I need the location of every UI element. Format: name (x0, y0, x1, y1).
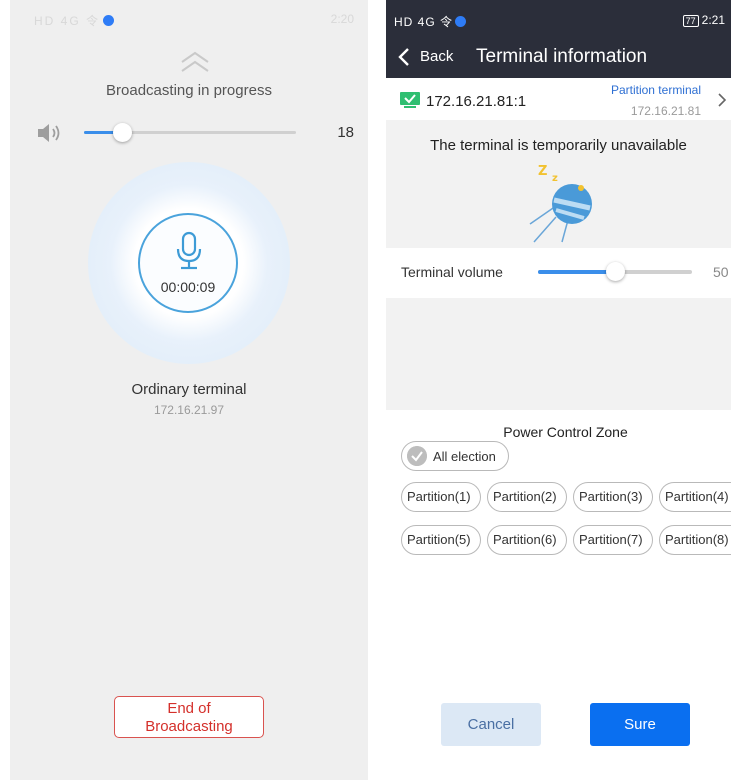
sleeping-satellite-icon: Z z (529, 164, 592, 243)
terminal-volume-slider[interactable] (538, 262, 692, 281)
microphone-icon (176, 231, 202, 270)
power-control-zone-title: Power Control Zone (503, 424, 628, 440)
app-dot-icon (103, 15, 115, 26)
terminal-online-icon (400, 92, 420, 108)
unavailable-message: The terminal is temporarily unavailable (430, 137, 687, 154)
end-broadcasting-button[interactable]: End of Broadcasting (114, 696, 264, 738)
volume-control: 18 (36, 118, 354, 148)
volume-slider[interactable] (84, 123, 296, 142)
status-bar: HD 4G 令 77 2:21 (386, 0, 731, 36)
volume-value: 18 (337, 124, 354, 141)
broadcast-timer: 00:00:09 (160, 279, 216, 295)
microphone-button[interactable]: 00:00:09 (138, 213, 238, 313)
check-icon (407, 446, 427, 466)
partition-chip-4[interactable]: Partition(4) (659, 482, 731, 512)
terminal-ip: 172.16.21.97 (153, 403, 225, 417)
all-election-label: All election (433, 449, 496, 464)
partition-chip-6[interactable]: Partition(6) (487, 525, 567, 555)
broadcast-screen: HD 4G 令 2:20 Broadcasting in progress 18… (10, 0, 368, 780)
app-dot-icon (455, 16, 467, 27)
svg-text:Z: Z (538, 164, 547, 179)
partition-chip-2[interactable]: Partition(2) (487, 482, 567, 512)
svg-text:z: z (552, 173, 558, 184)
terminal-type: Partition terminal (610, 83, 701, 97)
empty-panel (386, 298, 731, 410)
battery-icon: 77 (682, 15, 699, 27)
status-time: 2:21 (701, 13, 725, 27)
page-title: Broadcasting in progress (106, 82, 272, 99)
app-header: HD 4G 令 77 2:21 Back Terminal information (386, 0, 731, 78)
terminal-volume-label: Terminal volume (401, 264, 503, 280)
terminal-info-screen: HD 4G 令 77 2:21 Back Terminal information… (386, 0, 731, 780)
terminal-ip: 172.16.21.81:1 (426, 93, 527, 110)
unavailable-panel: The terminal is temporarily unavailable … (386, 120, 731, 248)
status-right: 77 2:21 (682, 13, 725, 27)
signal-indicator: HD 4G 令 (394, 13, 467, 30)
partition-chip-7[interactable]: Partition(7) (573, 525, 653, 555)
partition-chip-8[interactable]: Partition(8) (659, 525, 731, 555)
terminal-row[interactable]: 172.16.21.81:1 Partition terminal 172.16… (386, 80, 731, 120)
status-bar: HD 4G 令 2:20 (10, 0, 368, 36)
page-title: Terminal information (476, 46, 648, 67)
terminal-volume-value: 50 (713, 264, 729, 280)
volume-slider-thumb[interactable] (113, 123, 133, 142)
end-button-line-2: Broadcasting (145, 718, 233, 735)
partition-chip-1[interactable]: Partition(1) (401, 482, 481, 512)
chevron-up-icon[interactable] (178, 50, 212, 74)
partition-chip-3[interactable]: Partition(3) (573, 482, 653, 512)
chevron-right-icon (718, 93, 727, 107)
partition-chip-5[interactable]: Partition(5) (401, 525, 481, 555)
terminal-volume-thumb[interactable] (606, 262, 625, 281)
signal-indicator: HD 4G 令 (34, 12, 115, 29)
terminal-volume-fill (538, 270, 615, 274)
speaker-icon (38, 124, 60, 142)
sure-button[interactable]: Sure (590, 703, 690, 746)
terminal-name: Ordinary terminal (131, 381, 247, 398)
terminal-ip-sub: 172.16.21.81 (630, 104, 701, 118)
end-button-line-1: End of (167, 700, 211, 717)
status-time: 2:20 (330, 12, 354, 26)
chevron-left-icon (398, 48, 409, 66)
cancel-button[interactable]: Cancel (441, 703, 541, 746)
terminal-volume-row: Terminal volume 50 (386, 252, 731, 296)
all-election-button[interactable]: All election (401, 441, 509, 471)
back-label: Back (420, 48, 454, 65)
